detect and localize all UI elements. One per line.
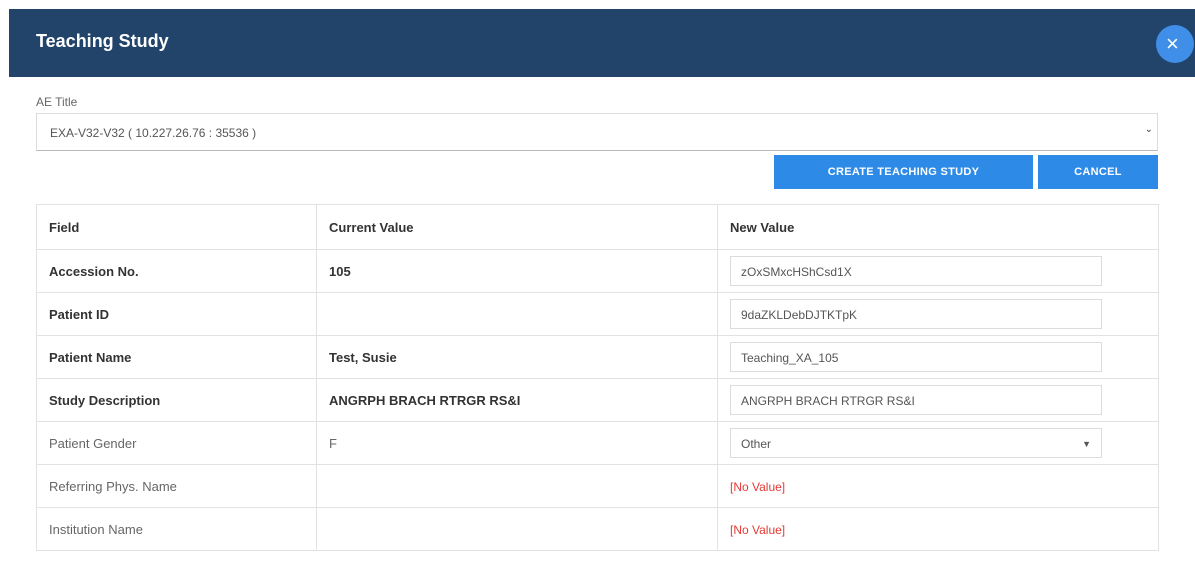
- field-label: Referring Phys. Name: [36, 464, 317, 508]
- table-row: Patient Gender F Other ▼: [36, 421, 1159, 465]
- dialog-header: Teaching Study: [9, 9, 1195, 77]
- close-glyph: ×: [1166, 31, 1179, 56]
- field-label: Patient Name: [36, 335, 317, 379]
- chevron-down-icon[interactable]: ⌄: [1145, 124, 1153, 135]
- field-label: Accession No.: [36, 249, 317, 293]
- current-value: [316, 507, 718, 551]
- field-label: Study Description: [36, 378, 317, 422]
- ae-title-value: EXA-V32-V32 ( 10.227.26.76 : 35536 ): [50, 126, 257, 140]
- patient-name-input[interactable]: Teaching_XA_105: [730, 342, 1102, 372]
- field-label: Patient Gender: [36, 421, 317, 465]
- cancel-button[interactable]: CANCEL: [1038, 155, 1158, 189]
- caret-down-icon: ▼: [1082, 439, 1091, 449]
- table-header-row: Field Current Value New Value: [36, 204, 1159, 250]
- current-value: [316, 292, 718, 336]
- dialog-title: Teaching Study: [36, 31, 169, 51]
- header-current-value: Current Value: [316, 204, 718, 250]
- table-row: Accession No. 105 zOxSMxcHShCsd1X: [36, 249, 1159, 293]
- close-icon[interactable]: ×: [1156, 25, 1194, 63]
- new-value-cell: ANGRPH BRACH RTRGR RS&I: [717, 378, 1159, 422]
- current-value: [316, 464, 718, 508]
- new-value-cell: Other ▼: [717, 421, 1159, 465]
- no-value-text[interactable]: [No Value]: [730, 480, 785, 494]
- current-value: Test, Susie: [316, 335, 718, 379]
- new-value-cell: Teaching_XA_105: [717, 335, 1159, 379]
- header-new-value: New Value: [717, 204, 1159, 250]
- current-value: ANGRPH BRACH RTRGR RS&I: [316, 378, 718, 422]
- new-value-cell: 9daZKLDebDJTKTpK: [717, 292, 1159, 336]
- no-value-text[interactable]: [No Value]: [730, 523, 785, 537]
- ae-title-select[interactable]: EXA-V32-V32 ( 10.227.26.76 : 35536 ) ⌄: [36, 113, 1158, 151]
- current-value: F: [316, 421, 718, 465]
- current-value: 105: [316, 249, 718, 293]
- patient-gender-select[interactable]: Other ▼: [730, 428, 1102, 458]
- create-teaching-study-button[interactable]: CREATE TEACHING STUDY: [774, 155, 1033, 189]
- patient-id-input[interactable]: 9daZKLDebDJTKTpK: [730, 299, 1102, 329]
- table-row: Institution Name [No Value]: [36, 507, 1159, 551]
- table-row: Patient Name Test, Susie Teaching_XA_105: [36, 335, 1159, 379]
- new-value-cell: [No Value]: [717, 507, 1159, 551]
- patient-gender-value: Other: [741, 437, 772, 451]
- field-label: Patient ID: [36, 292, 317, 336]
- accession-input[interactable]: zOxSMxcHShCsd1X: [730, 256, 1102, 286]
- new-value-cell: [No Value]: [717, 464, 1159, 508]
- table-row: Referring Phys. Name [No Value]: [36, 464, 1159, 508]
- study-description-input[interactable]: ANGRPH BRACH RTRGR RS&I: [730, 385, 1102, 415]
- ae-title-label: AE Title: [36, 95, 78, 109]
- field-label: Institution Name: [36, 507, 317, 551]
- header-field: Field: [36, 204, 317, 250]
- table-row: Study Description ANGRPH BRACH RTRGR RS&…: [36, 378, 1159, 422]
- table-row: Patient ID 9daZKLDebDJTKTpK: [36, 292, 1159, 336]
- fields-table: Field Current Value New Value Accession …: [36, 204, 1159, 551]
- new-value-cell: zOxSMxcHShCsd1X: [717, 249, 1159, 293]
